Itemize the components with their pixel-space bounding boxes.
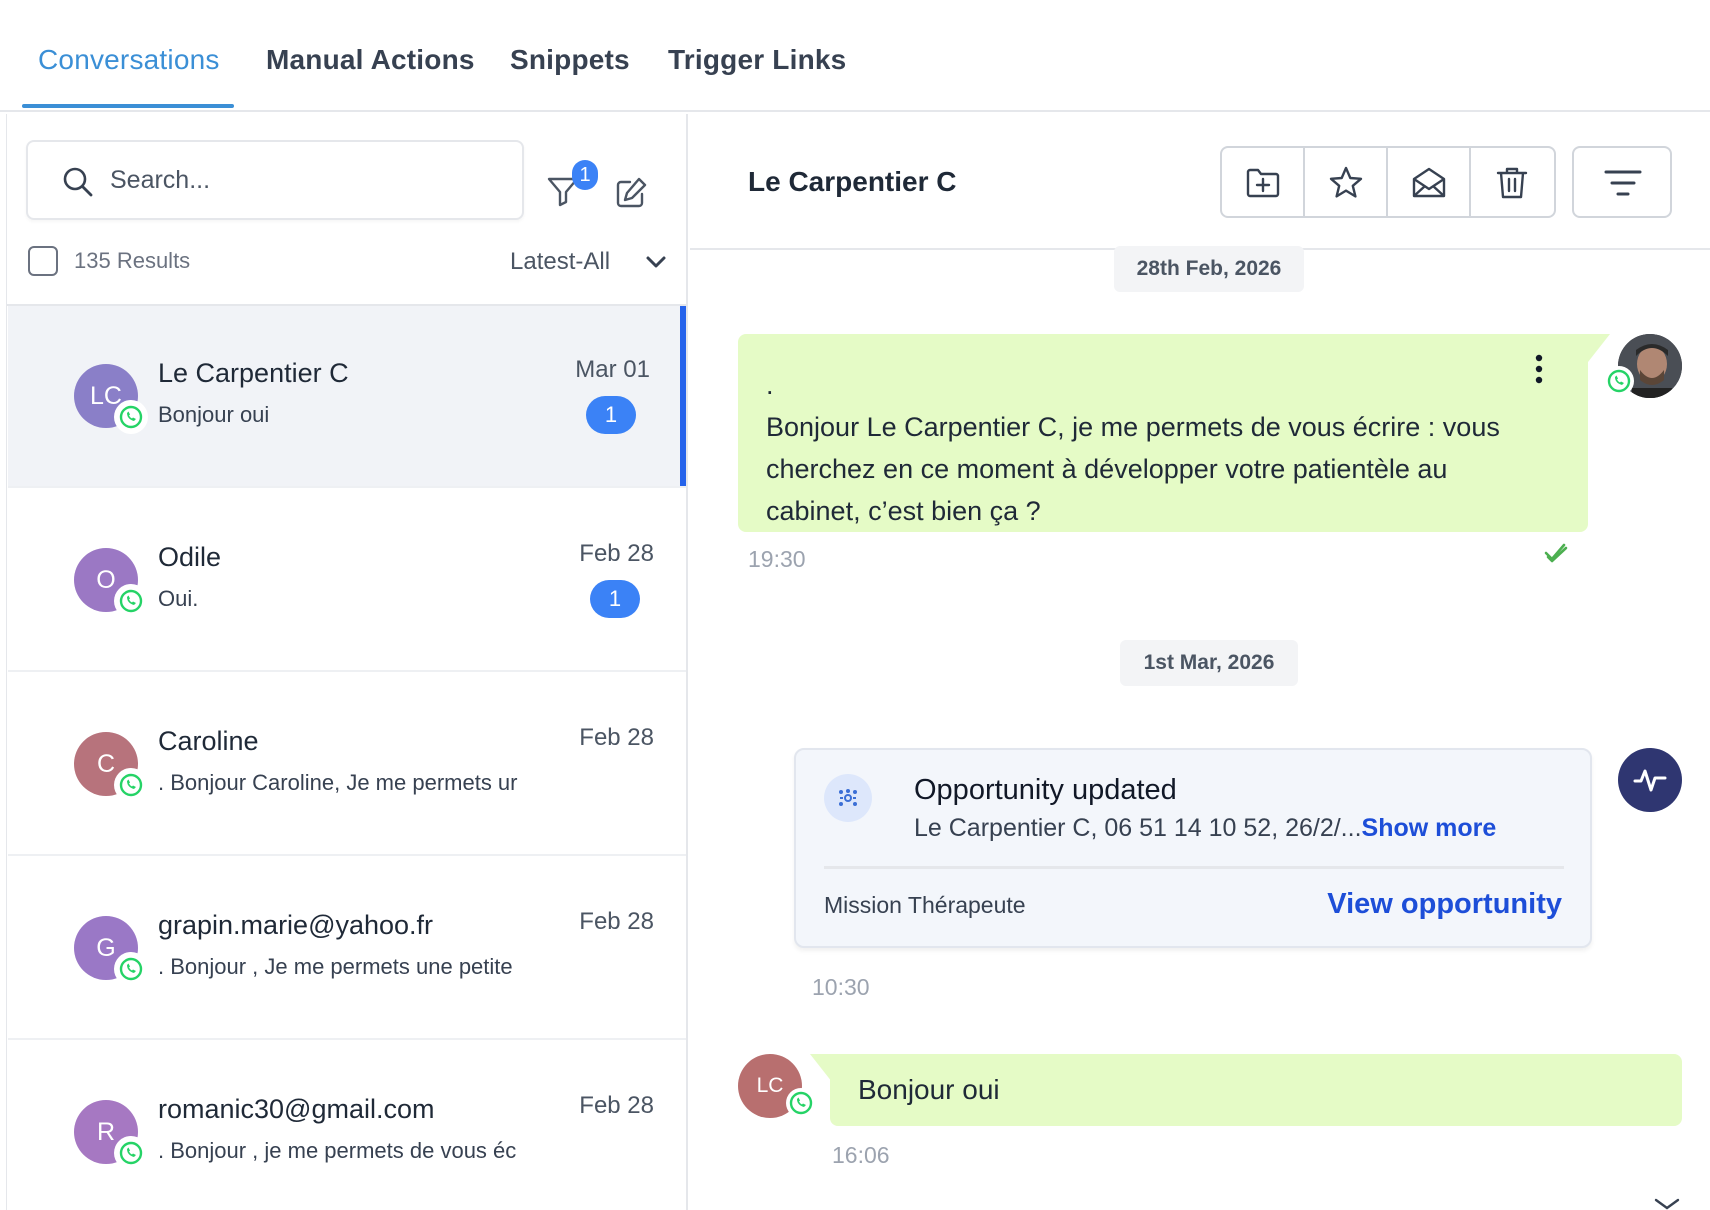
tab-snippets[interactable]: Snippets [510, 44, 630, 76]
activity-avatar [1618, 748, 1682, 812]
search-input[interactable]: Search... [26, 140, 524, 220]
contact-name: Odile [158, 542, 222, 572]
filter-lines-icon [1604, 170, 1642, 196]
conversation-date: Feb 28 [579, 540, 654, 567]
filter-count-badge: 1 [572, 160, 598, 190]
contact-name: grapin.marie@yahoo.fr [158, 910, 434, 940]
trash-icon [1496, 167, 1528, 199]
active-tab-indicator [22, 104, 234, 108]
search-placeholder: Search... [110, 166, 211, 194]
conversation-date: Feb 28 [579, 1092, 654, 1119]
search-icon [63, 167, 93, 197]
panel-divider [6, 114, 7, 1210]
scroll-down-icon[interactable] [1652, 1198, 1682, 1210]
message-time: 16:06 [832, 1142, 890, 1168]
whatsapp-icon [114, 952, 148, 986]
folder-plus-icon [1246, 168, 1280, 198]
message-preview: . Bonjour , je me permets de vous éc [158, 1138, 517, 1163]
opportunity-icon [824, 774, 872, 822]
contact-name: Le Carpentier C [158, 358, 349, 388]
chevron-down-icon[interactable] [644, 250, 668, 274]
conversation-date: Feb 28 [579, 724, 654, 751]
tab-conversations[interactable]: Conversations [38, 44, 220, 76]
results-count: 135 Results [74, 248, 191, 273]
double-check-icon [1544, 543, 1568, 563]
message-text: Bonjour oui [858, 1074, 1000, 1105]
incoming-message-bubble: Bonjour oui [830, 1054, 1682, 1126]
tab-manual-actions[interactable]: Manual Actions [266, 44, 475, 76]
whatsapp-icon [1604, 366, 1634, 396]
date-separator: 28th Feb, 2026 [1114, 246, 1304, 292]
opportunity-title: Opportunity updated [914, 774, 1177, 806]
envelope-open-icon [1412, 167, 1446, 198]
activity-icon [1633, 769, 1667, 792]
compose-icon[interactable] [614, 176, 648, 210]
select-all-checkbox[interactable] [28, 246, 58, 276]
card-divider [824, 866, 1564, 869]
conversation-item[interactable]: G grapin.marie@yahoo.fr . Bonjour , Je m… [8, 858, 686, 1040]
message-preview: . Bonjour , Je me permets une petite [158, 954, 513, 979]
conversation-item[interactable]: R romanic30@gmail.com . Bonjour , je me … [8, 1042, 686, 1210]
mark-read-button[interactable] [1388, 148, 1471, 216]
chat-action-group [1220, 146, 1556, 218]
date-separator: 1st Mar, 2026 [1120, 640, 1298, 686]
conversation-item[interactable]: O Odile Oui. Feb 28 1 [8, 490, 686, 672]
conversation-item[interactable]: LC Le Carpentier C Bonjour oui Mar 01 1 [8, 306, 686, 488]
more-options-icon[interactable] [1534, 354, 1544, 384]
opportunity-description: Le Carpentier C, 06 51 14 10 52, 26/2/..… [914, 814, 1496, 843]
opportunity-pipeline: Mission Thérapeute [824, 892, 1026, 918]
chat-header: Le Carpentier C [690, 114, 1710, 250]
conversation-date: Feb 28 [579, 908, 654, 935]
top-tab-bar: Conversations Manual Actions Snippets Tr… [0, 0, 1710, 112]
message-time: 10:30 [812, 974, 870, 1000]
sort-select[interactable]: Latest-All [510, 248, 610, 276]
star-button[interactable] [1305, 148, 1388, 216]
conversation-item[interactable]: C Caroline . Bonjour Caroline, Je me per… [8, 674, 686, 856]
message-time: 19:30 [748, 546, 806, 572]
message-text: . Bonjour Le Carpentier C, je me permets… [766, 370, 1500, 526]
bubble-tail [1588, 334, 1610, 362]
unread-badge: 1 [590, 580, 640, 618]
whatsapp-icon [114, 400, 148, 434]
view-opportunity-link[interactable]: View opportunity [1327, 888, 1562, 921]
message-preview: Bonjour oui [158, 402, 270, 427]
opportunity-card: Opportunity updated Le Carpentier C, 06 … [794, 748, 1592, 948]
show-more-link[interactable]: Show more [1362, 814, 1497, 842]
selected-indicator [680, 306, 686, 486]
opportunity-details: Le Carpentier C, 06 51 14 10 52, 26/2/..… [914, 814, 1362, 842]
outgoing-message-bubble: . Bonjour Le Carpentier C, je me permets… [738, 334, 1588, 532]
move-to-folder-button[interactable] [1222, 148, 1305, 216]
tab-trigger-links[interactable]: Trigger Links [668, 44, 846, 76]
unread-badge: 1 [586, 396, 636, 434]
whatsapp-icon [114, 768, 148, 802]
contact-name: romanic30@gmail.com [158, 1094, 435, 1124]
chat-contact-name: Le Carpentier C [748, 166, 957, 197]
message-preview: . Bonjour Caroline, Je me permets ur [158, 770, 518, 795]
chat-filter-button[interactable] [1572, 146, 1672, 218]
star-icon [1329, 166, 1363, 198]
whatsapp-icon [114, 584, 148, 618]
whatsapp-icon [786, 1088, 816, 1118]
contact-name: Caroline [158, 726, 259, 756]
delete-button[interactable] [1471, 148, 1554, 216]
whatsapp-icon [114, 1136, 148, 1170]
conversation-date: Mar 01 [575, 356, 650, 383]
message-preview: Oui. [158, 586, 199, 611]
bubble-tail [810, 1054, 832, 1082]
